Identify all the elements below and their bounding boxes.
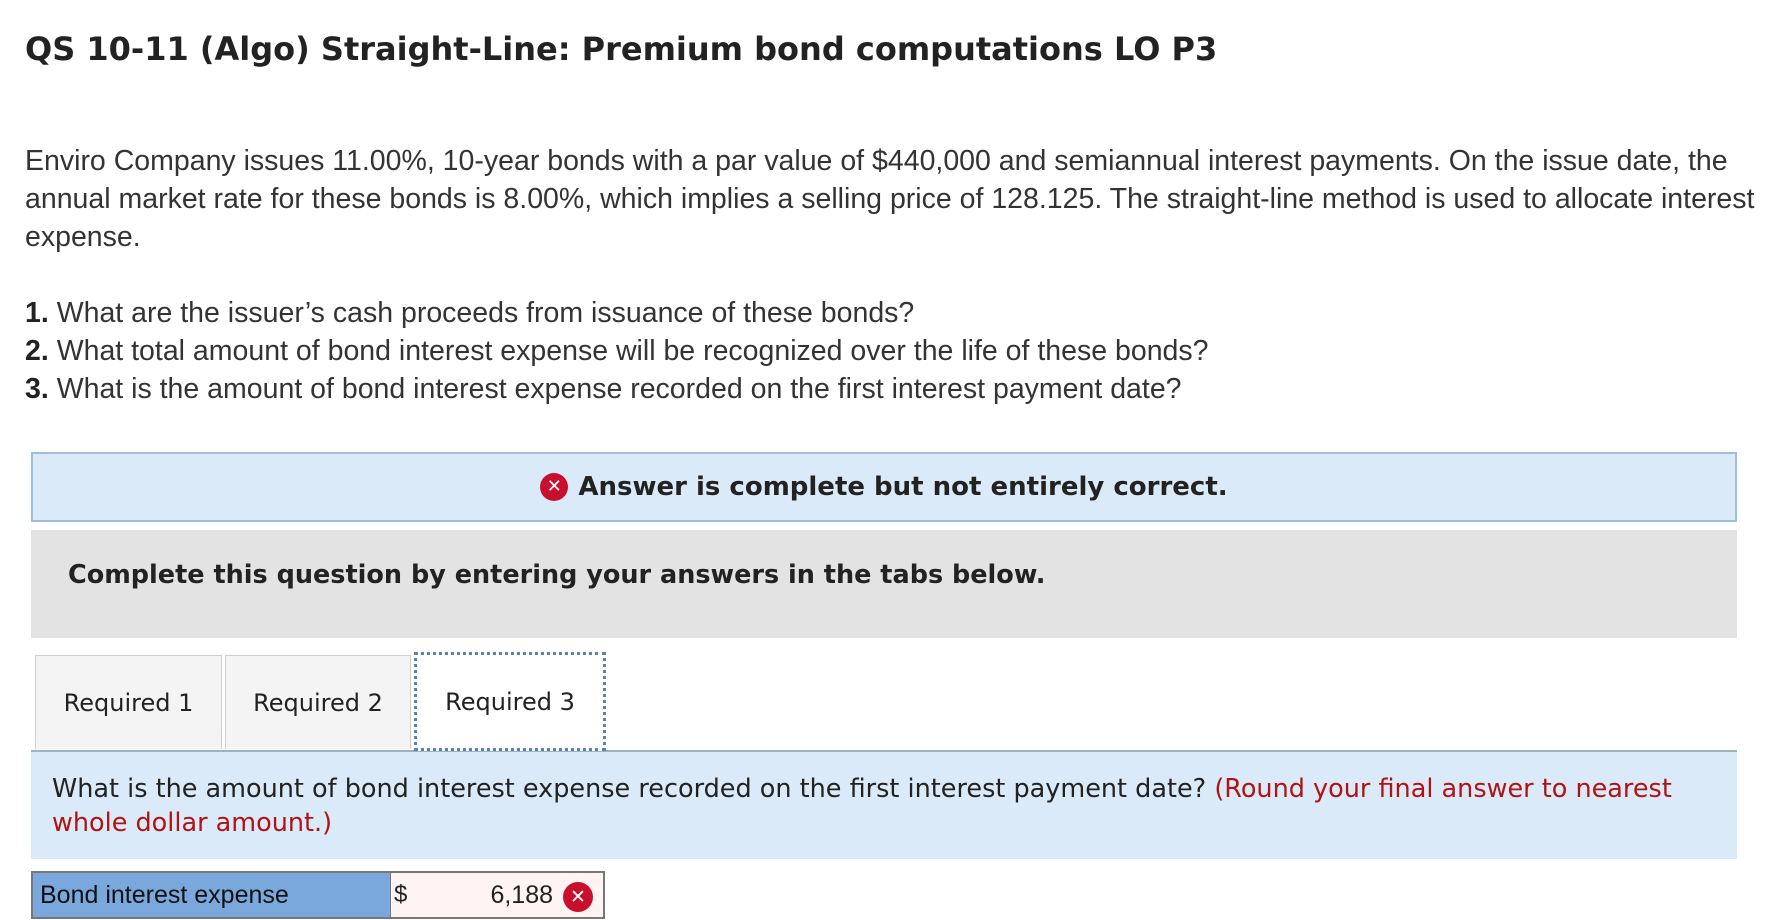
tab-required-1[interactable]: Required 1 (35, 655, 222, 749)
page-title: QS 10-11 (Algo) Straight-Line: Premium b… (25, 30, 1218, 68)
active-question-panel: What is the amount of bond interest expe… (31, 752, 1737, 859)
page: QS 10-11 (Algo) Straight-Line: Premium b… (0, 0, 1772, 920)
answer-value: 6,188 (490, 880, 553, 909)
question-number: 3. (25, 373, 49, 405)
question-item: 3. What is the amount of bond interest e… (25, 370, 1765, 408)
question-item: 2. What total amount of bond interest ex… (25, 332, 1765, 370)
question-text: What is the amount of bond interest expe… (56, 373, 1182, 405)
tab-bar: Required 1 Required 2 Required 3 (31, 652, 1737, 752)
answer-row: Bond interest expense $ 6,188 ✕ (31, 871, 605, 919)
result-banner: ✕ Answer is complete but not entirely co… (31, 452, 1737, 522)
x-circle-icon: ✕ (540, 473, 569, 501)
question-list: 1. What are the issuer’s cash proceeds f… (25, 294, 1765, 408)
active-question: What is the amount of bond interest expe… (52, 772, 1712, 840)
x-circle-icon: ✕ (563, 882, 593, 912)
result-message: Answer is complete but not entirely corr… (578, 472, 1228, 502)
question-text: What total amount of bond interest expen… (56, 335, 1209, 367)
question-text: What are the issuer’s cash proceeds from… (56, 297, 915, 329)
problem-statement: Enviro Company issues 11.00%, 10-year bo… (25, 145, 1755, 253)
tab-required-2[interactable]: Required 2 (225, 655, 411, 749)
active-question-text: What is the amount of bond interest expe… (52, 774, 1215, 804)
answer-input[interactable]: $ 6,188 ✕ (391, 873, 603, 917)
tab-required-3[interactable]: Required 3 (414, 652, 606, 751)
currency-symbol: $ (394, 881, 408, 908)
instruction-panel: Complete this question by entering your … (31, 530, 1737, 638)
answer-label: Bond interest expense (33, 873, 391, 917)
question-number: 2. (25, 335, 49, 367)
question-number: 1. (25, 297, 49, 329)
instruction-text: Complete this question by entering your … (68, 560, 1046, 590)
question-item: 1. What are the issuer’s cash proceeds f… (25, 294, 1765, 332)
